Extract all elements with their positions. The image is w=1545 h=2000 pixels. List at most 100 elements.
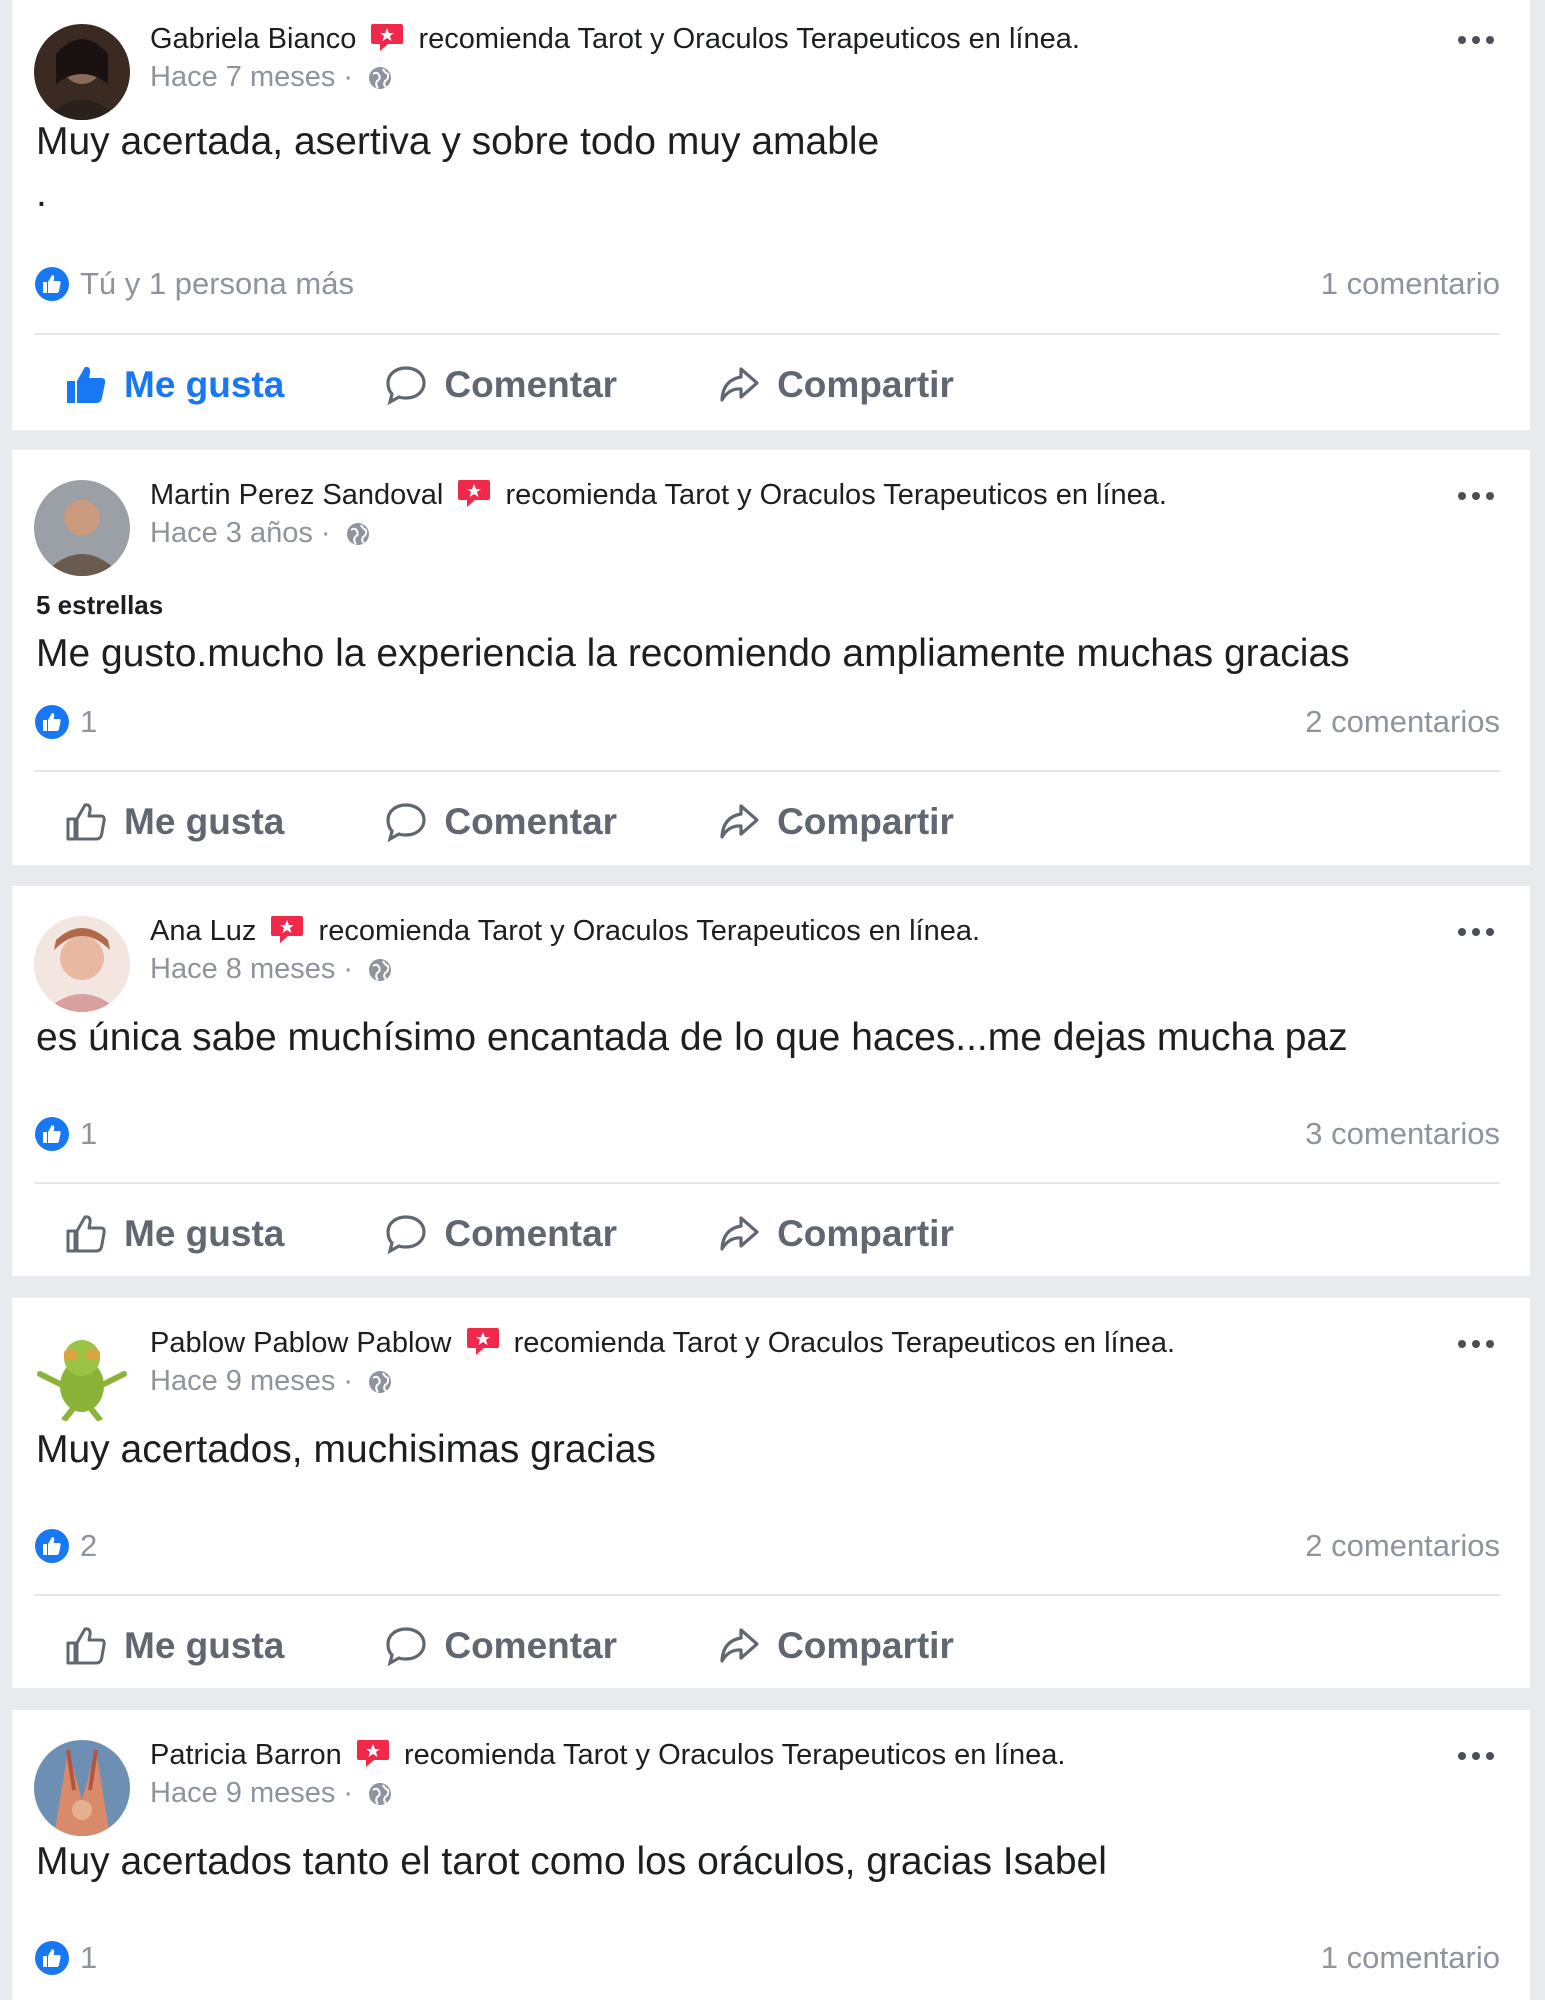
more-options-icon[interactable] [1452, 922, 1500, 942]
share-icon [720, 1216, 759, 1251]
review-card: Pablow Pablow Pablow recomienda Tarot y … [12, 1298, 1530, 1688]
comments-count[interactable]: 2 comentarios [1305, 704, 1500, 740]
globe-icon [369, 1371, 392, 1393]
recommend-icon [458, 480, 491, 507]
recommend-icon [466, 1328, 499, 1355]
review-text: Muy acertados tanto el tarot como los or… [36, 1840, 1107, 1883]
likes-count: 1 [80, 704, 98, 739]
globe-icon [369, 959, 392, 981]
avatar[interactable] [34, 24, 130, 120]
share-icon [720, 367, 759, 402]
share-button[interactable]: Compartir [687, 1624, 954, 1668]
reactions-summary[interactable]: 1 [34, 704, 97, 740]
like-button[interactable]: Me gusta [34, 800, 284, 844]
recommend-icon [371, 24, 404, 51]
reactions-summary[interactable]: 1 [34, 1940, 97, 1976]
recommend-text[interactable]: recomienda Tarot y Oraculos Terapeuticos… [319, 915, 980, 947]
recommend-icon [271, 916, 304, 943]
avatar[interactable] [34, 916, 130, 1012]
likes-count: Tú y 1 persona más [80, 266, 354, 301]
review-card: Ana Luz recomienda Tarot y Oraculos Tera… [12, 886, 1530, 1276]
comment-icon [386, 366, 426, 406]
review-text: Me gusto.mucho la experiencia la recomie… [36, 632, 1350, 675]
like-badge-icon [35, 705, 69, 739]
reactions-summary[interactable]: 2 [34, 1528, 97, 1564]
globe-icon [369, 1783, 392, 1805]
thumbs-up-icon [66, 1627, 106, 1665]
comment-button[interactable]: Comentar [354, 800, 617, 844]
comment-label: Comentar [444, 1213, 618, 1254]
post-header: Patricia Barron recomienda Tarot y Oracu… [150, 1739, 1066, 1809]
like-label: Me gusta [124, 1213, 285, 1254]
recommend-text[interactable]: recomienda Tarot y Oraculos Terapeuticos… [514, 1327, 1175, 1359]
comment-icon [386, 1627, 426, 1667]
recommend-text[interactable]: recomienda Tarot y Oraculos Terapeuticos… [418, 23, 1079, 55]
post-time[interactable]: Hace 9 meses [150, 1777, 335, 1809]
review-text: Muy acertada, asertiva y sobre todo muy … [36, 120, 880, 163]
more-options-icon[interactable] [1452, 30, 1500, 50]
review-text: Muy acertados, muchisimas gracias [36, 1428, 656, 1471]
comments-count[interactable]: 2 comentarios [1305, 1528, 1500, 1564]
comment-label: Comentar [444, 364, 618, 405]
more-options-icon[interactable] [1452, 1334, 1500, 1354]
reactions-summary[interactable]: Tú y 1 persona más [34, 266, 354, 302]
recommend-text[interactable]: recomienda Tarot y Oraculos Terapeuticos… [404, 1739, 1065, 1771]
author-name[interactable]: Patricia Barron [150, 1739, 342, 1771]
review-text-line2: . [36, 172, 47, 215]
avatar[interactable] [34, 1328, 130, 1424]
post-time[interactable]: Hace 9 meses [150, 1365, 335, 1397]
more-options-icon[interactable] [1452, 1746, 1500, 1766]
avatar[interactable] [34, 1740, 130, 1836]
thumbs-up-icon [66, 1215, 106, 1253]
comment-button[interactable]: Comentar [354, 1212, 617, 1256]
recommend-text[interactable]: recomienda Tarot y Oraculos Terapeuticos… [506, 479, 1167, 511]
author-name[interactable]: Martin Perez Sandoval [150, 479, 443, 511]
post-stats: 2 2 comentarios [34, 1524, 1500, 1568]
post-time[interactable]: Hace 7 meses [150, 61, 335, 93]
share-label: Compartir [777, 1213, 954, 1254]
like-button[interactable]: Me gusta [34, 1212, 284, 1256]
share-button[interactable]: Compartir [687, 1212, 954, 1256]
like-badge-icon [35, 267, 69, 301]
author-name[interactable]: Gabriela Bianco [150, 23, 356, 55]
globe-icon [369, 67, 392, 89]
likes-count: 1 [80, 1940, 98, 1975]
post-time[interactable]: Hace 8 meses [150, 953, 335, 985]
like-button[interactable]: Me gusta [34, 363, 284, 407]
post-time[interactable]: Hace 3 años [150, 517, 313, 549]
share-icon [720, 1628, 759, 1663]
divider [34, 1182, 1500, 1184]
review-card: Gabriela Bianco recomienda Tarot y Oracu… [12, 0, 1530, 430]
comment-button[interactable]: Comentar [354, 363, 617, 407]
comment-label: Comentar [444, 801, 618, 842]
rating-label: 5 estrellas [36, 590, 164, 620]
comment-button[interactable]: Comentar [354, 1624, 617, 1668]
comments-count[interactable]: 3 comentarios [1305, 1116, 1500, 1152]
review-card: Patricia Barron recomienda Tarot y Oracu… [12, 1710, 1530, 2000]
share-button[interactable]: Compartir [687, 363, 954, 407]
comments-count[interactable]: 1 comentario [1321, 266, 1500, 302]
divider [34, 333, 1500, 335]
post-header: Gabriela Bianco recomienda Tarot y Oracu… [150, 23, 1080, 93]
more-options-icon[interactable] [1452, 486, 1500, 506]
post-stats: 1 1 comentario [34, 1936, 1500, 1980]
avatar[interactable] [34, 480, 130, 576]
like-badge-icon [35, 1941, 69, 1975]
review-text: es única sabe muchísimo encantada de lo … [36, 1016, 1348, 1059]
post-stats: Tú y 1 persona más 1 comentario [34, 262, 1500, 306]
like-button[interactable]: Me gusta [34, 1624, 284, 1668]
likes-count: 1 [80, 1116, 98, 1151]
comments-count[interactable]: 1 comentario [1321, 1940, 1500, 1976]
post-stats: 1 3 comentarios [34, 1112, 1500, 1156]
author-name[interactable]: Ana Luz [150, 915, 256, 947]
post-header: Martin Perez Sandoval recomienda Tarot y… [150, 479, 1167, 549]
author-name[interactable]: Pablow Pablow Pablow [150, 1327, 451, 1359]
reactions-summary[interactable]: 1 [34, 1116, 97, 1152]
share-label: Compartir [777, 801, 954, 842]
divider [34, 1594, 1500, 1596]
share-button[interactable]: Compartir [687, 800, 954, 844]
thumbs-up-icon [66, 803, 106, 841]
share-icon [720, 804, 759, 839]
like-badge-icon [35, 1529, 69, 1563]
likes-count: 2 [80, 1528, 98, 1563]
